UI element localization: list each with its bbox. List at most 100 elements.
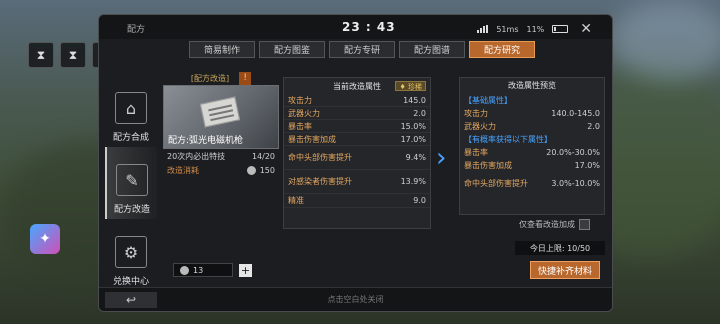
guarantee-label: 20次内必出特技 [167, 151, 226, 161]
gamepad-icon: ✦ [39, 231, 51, 247]
preview-key: 武器火力 [464, 122, 496, 131]
battery-percent: 11% [526, 24, 545, 34]
stat-value: 2.0 [413, 108, 426, 118]
stat-key: 暴击率 [288, 121, 312, 131]
preview-key: 暴击率 [464, 148, 488, 157]
network-latency: 51ms [496, 24, 519, 34]
stat-row: 武器火力 2.0 [284, 107, 430, 120]
preview-title: 改造属性预览 [508, 81, 556, 90]
material-icon [246, 165, 256, 175]
sidebar: ⌂ 配方合成 ✎ 配方改造 ⚙ 兑换中心 [105, 75, 157, 291]
quantity-field[interactable]: 13 [173, 263, 233, 277]
preview-row: 暴击伤害加成 17.0% [460, 159, 604, 172]
sidebar-item-synthesis[interactable]: ⌂ 配方合成 [105, 75, 157, 147]
panel-title: 配方 [127, 25, 146, 35]
current-stats-panel: 当前改造属性 ♦ 珍稀 攻击力 145.0 武器火力 2.0 暴击率 15.0%… [283, 77, 431, 229]
tab-bar: 简易制作 配方图鉴 配方专研 配方图谱 配方研究 [189, 41, 535, 58]
hourglass-icon: ⧗ [36, 47, 46, 62]
blueprint-document-icon [199, 96, 241, 128]
signal-icon [477, 25, 489, 33]
preview-value: 17.0% [574, 161, 600, 170]
sidebar-item-modify[interactable]: ✎ 配方改造 [105, 147, 157, 219]
blueprint-image[interactable]: 配方:弧光电磁机枪 [163, 85, 279, 149]
preview-panel: 改造属性预览 【基础属性】 攻击力 140.0-145.0 武器火力 2.0 【… [459, 77, 605, 215]
bottom-bar: ↩ 点击空白处关闭 [99, 287, 612, 311]
stat-key: 暴击伤害加成 [288, 134, 336, 144]
close-button[interactable]: ✕ [580, 21, 592, 37]
material-icon [180, 265, 189, 275]
chance-section-label: 【有概率获得以下属性】 [464, 135, 552, 144]
stat-row: 命中头部伤害提升 9.4% [284, 146, 430, 170]
rarity-badge: ♦ 珍稀 [395, 81, 426, 91]
game-center-button[interactable]: ✦ [30, 224, 60, 254]
preview-row: 攻击力 140.0-145.0 [460, 107, 604, 120]
clipboard-icon: ✎ [116, 164, 148, 196]
stat-value: 13.9% [400, 177, 426, 186]
stat-key: 对感染者伤害提升 [288, 177, 352, 186]
sidebar-item-exchange[interactable]: ⚙ 兑换中心 [105, 219, 157, 291]
info-icon[interactable]: ! [239, 71, 252, 85]
cost-row: 改造消耗 150 [163, 163, 279, 177]
only-improved-toggle[interactable]: 仅查看改造加成 [519, 219, 590, 230]
stat-value: 9.4% [405, 153, 426, 162]
cost-label: 改造消耗 [167, 165, 199, 175]
stat-key: 攻击力 [288, 95, 312, 105]
top-bar: 配方 23 : 43 51ms 11% ✕ [99, 15, 612, 39]
stat-row: 暴击率 15.0% [284, 120, 430, 133]
guarantee-row: 20次内必出特技 14/20 [163, 149, 279, 163]
blueprint-header: [配方改造] ! [163, 71, 279, 85]
close-hint: 点击空白处关闭 [327, 295, 384, 304]
sidebar-item-label: 兑换中心 [112, 277, 149, 287]
preview-value: 20.0%-30.0% [546, 148, 600, 157]
preview-row: 命中头部伤害提升 3.0%-10.0% [460, 172, 604, 194]
preview-key: 命中头部伤害提升 [464, 178, 528, 188]
quick-refill-button[interactable]: 快捷补齐材料 [530, 261, 600, 279]
stat-row: 暴击伤害加成 17.0% [284, 133, 430, 146]
stat-row: 精准 9.0 [284, 194, 430, 208]
stat-key: 精准 [288, 196, 304, 205]
only-improved-checkbox[interactable] [579, 219, 590, 230]
blueprint-card: [配方改造] ! 配方:弧光电磁机枪 20次内必出特技 14/20 改造消耗 1… [163, 71, 279, 193]
current-stats-header: 当前改造属性 ♦ 珍稀 [284, 78, 430, 94]
only-improved-label: 仅查看改造加成 [519, 220, 575, 229]
guarantee-value: 14/20 [251, 151, 275, 161]
stat-row: 攻击力 145.0 [284, 94, 430, 107]
preview-key: 暴击伤害加成 [464, 161, 512, 170]
clock: 23 : 43 [342, 20, 396, 34]
hourglass-icon: ⧗ [68, 47, 78, 62]
blueprint-name: 配方:弧光电磁机枪 [168, 136, 244, 146]
hourglass-button-1[interactable]: ⧗ [28, 42, 54, 68]
daily-limit: 今日上限: 10/50 [515, 241, 605, 255]
preview-value: 3.0%-10.0% [551, 178, 600, 188]
stat-row: 对感染者伤害提升 13.9% [284, 170, 430, 194]
sidebar-item-label: 配方改造 [113, 205, 150, 215]
sidebar-item-label: 配方合成 [112, 133, 149, 143]
cost-value: 150 [259, 165, 275, 175]
status-area: 51ms 11% ✕ [477, 21, 592, 37]
tab-recipe-research[interactable]: 配方研究 [469, 41, 535, 58]
recipe-panel: 配方 23 : 43 51ms 11% ✕ 简易制作 配方图鉴 配方专研 配方图… [98, 14, 613, 312]
workbench-icon: ⌂ [115, 92, 147, 124]
current-stats-title: 当前改造属性 [333, 81, 381, 91]
preview-value: 2.0 [587, 122, 600, 131]
stat-value: 17.0% [400, 134, 426, 144]
stat-value: 15.0% [400, 121, 426, 131]
preview-key: 攻击力 [464, 109, 488, 118]
stat-value: 145.0 [403, 95, 426, 105]
plus-icon[interactable]: + [239, 263, 252, 277]
tab-recipe-catalog[interactable]: 配方图鉴 [259, 41, 325, 58]
tab-recipe-study[interactable]: 配方专研 [329, 41, 395, 58]
quantity-stepper: 13 + [173, 263, 252, 277]
preview-row: 暴击率 20.0%-30.0% [460, 146, 604, 159]
exchange-icon: ⚙ [115, 236, 147, 268]
tab-recipe-atlas[interactable]: 配方图谱 [399, 41, 465, 58]
hourglass-button-2[interactable]: ⧗ [60, 42, 86, 68]
stat-value: 9.0 [413, 196, 426, 205]
stat-key: 命中头部伤害提升 [288, 153, 352, 162]
tab-simple-craft[interactable]: 简易制作 [189, 41, 255, 58]
preview-row: 武器火力 2.0 [460, 120, 604, 133]
preview-value: 140.0-145.0 [551, 109, 600, 118]
chevron-right-icon: › [436, 143, 447, 173]
stat-key: 武器火力 [288, 108, 320, 118]
quantity-value: 13 [193, 265, 204, 275]
